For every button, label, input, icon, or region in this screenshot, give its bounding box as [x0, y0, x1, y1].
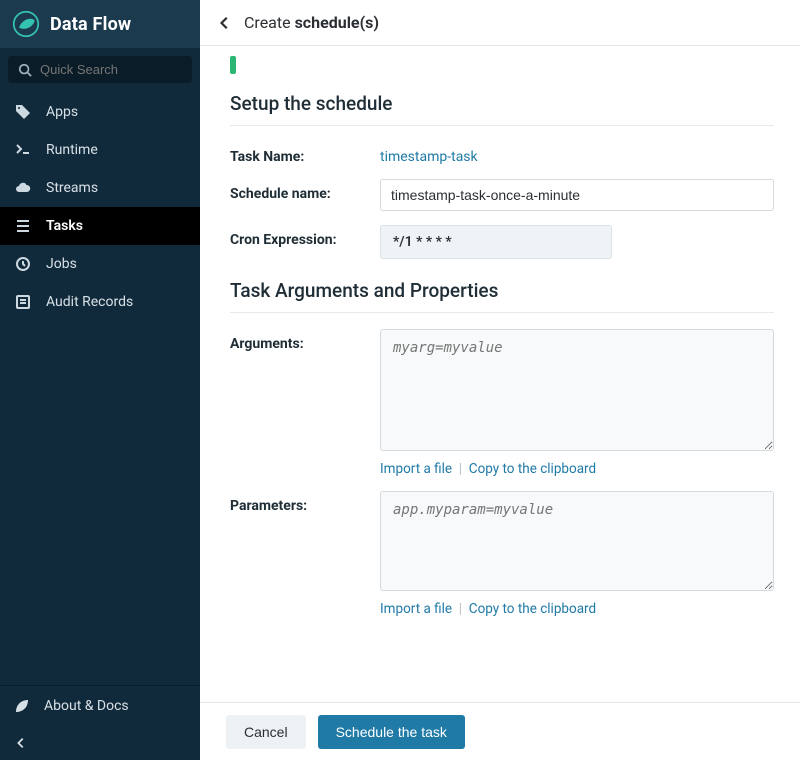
parameters-actions: Import a file | Copy to the clipboard	[380, 601, 774, 617]
tag-icon	[14, 103, 32, 121]
quick-search-input[interactable]	[40, 62, 182, 77]
leaf-icon	[14, 698, 30, 714]
page-title: Create schedule(s)	[244, 13, 379, 32]
divider	[230, 125, 774, 126]
arguments-import-link[interactable]: Import a file	[380, 461, 452, 477]
tasks-icon	[14, 217, 32, 235]
cloud-icon	[14, 179, 32, 197]
arguments-label: Arguments:	[230, 329, 380, 352]
parameters-label: Parameters:	[230, 491, 380, 514]
sidebar: Data Flow Apps Runtime Streams	[0, 0, 200, 760]
schedule-name-input[interactable]	[380, 179, 774, 211]
topbar: Create schedule(s)	[200, 0, 800, 46]
sidebar-item-label: About & Docs	[44, 698, 129, 714]
sidebar-item-apps[interactable]: Apps	[0, 93, 200, 131]
task-name-link[interactable]: timestamp-task	[380, 142, 478, 165]
task-name-label: Task Name:	[230, 142, 380, 165]
cron-label: Cron Expression:	[230, 225, 380, 248]
parameters-copy-link[interactable]: Copy to the clipboard	[469, 601, 596, 617]
arguments-copy-link[interactable]: Copy to the clipboard	[469, 461, 596, 477]
row-schedule-name: Schedule name:	[230, 179, 774, 211]
cancel-button[interactable]: Cancel	[226, 715, 306, 749]
quick-search[interactable]	[8, 56, 192, 83]
row-task-name: Task Name: timestamp-task	[230, 142, 774, 165]
sidebar-footer: About & Docs	[0, 685, 200, 760]
sidebar-item-label: Streams	[46, 180, 98, 196]
parameters-textarea[interactable]	[380, 491, 774, 591]
schedule-name-label: Schedule name:	[230, 179, 380, 202]
cron-expression-display[interactable]: */1 * * * *	[380, 225, 612, 259]
sidebar-item-label: Audit Records	[46, 294, 133, 310]
sidebar-item-label: Runtime	[46, 142, 98, 158]
page-title-prefix: Create	[244, 13, 295, 32]
brand: Data Flow	[0, 0, 200, 48]
arguments-textarea[interactable]	[380, 329, 774, 451]
content: Setup the schedule Task Name: timestamp-…	[200, 46, 800, 702]
main: Create schedule(s) Setup the schedule Ta…	[200, 0, 800, 760]
records-icon	[14, 293, 32, 311]
collapse-sidebar-button[interactable]	[0, 726, 200, 760]
back-button[interactable]	[218, 16, 232, 30]
sidebar-item-label: Jobs	[46, 256, 77, 272]
primary-nav: Apps Runtime Streams Tasks Jobs	[0, 93, 200, 685]
row-cron: Cron Expression: */1 * * * *	[230, 225, 774, 259]
brand-title: Data Flow	[50, 14, 131, 35]
schedule-task-button[interactable]: Schedule the task	[318, 715, 465, 749]
divider	[230, 312, 774, 313]
row-parameters: Parameters: Import a file | Copy to the …	[230, 491, 774, 617]
page-title-bold: schedule(s)	[295, 13, 379, 32]
parameters-import-link[interactable]: Import a file	[380, 601, 452, 617]
section-title-setup: Setup the schedule	[230, 92, 774, 115]
sidebar-item-label: Apps	[46, 104, 78, 120]
sidebar-item-runtime[interactable]: Runtime	[0, 131, 200, 169]
accent-bar	[230, 56, 236, 74]
row-arguments: Arguments: Import a file | Copy to the c…	[230, 329, 774, 477]
arguments-actions: Import a file | Copy to the clipboard	[380, 461, 774, 477]
terminal-icon	[14, 141, 32, 159]
sidebar-item-label: Tasks	[46, 218, 83, 234]
footer-actions: Cancel Schedule the task	[200, 702, 800, 760]
chevron-left-icon	[14, 736, 186, 750]
sidebar-item-streams[interactable]: Streams	[0, 169, 200, 207]
clock-icon	[14, 255, 32, 273]
sidebar-item-audit-records[interactable]: Audit Records	[0, 283, 200, 321]
sidebar-item-tasks[interactable]: Tasks	[0, 207, 200, 245]
search-icon	[18, 63, 32, 77]
leaf-logo-icon	[12, 10, 40, 38]
sidebar-item-jobs[interactable]: Jobs	[0, 245, 200, 283]
section-title-args: Task Arguments and Properties	[230, 279, 774, 302]
sidebar-item-about[interactable]: About & Docs	[0, 686, 200, 726]
